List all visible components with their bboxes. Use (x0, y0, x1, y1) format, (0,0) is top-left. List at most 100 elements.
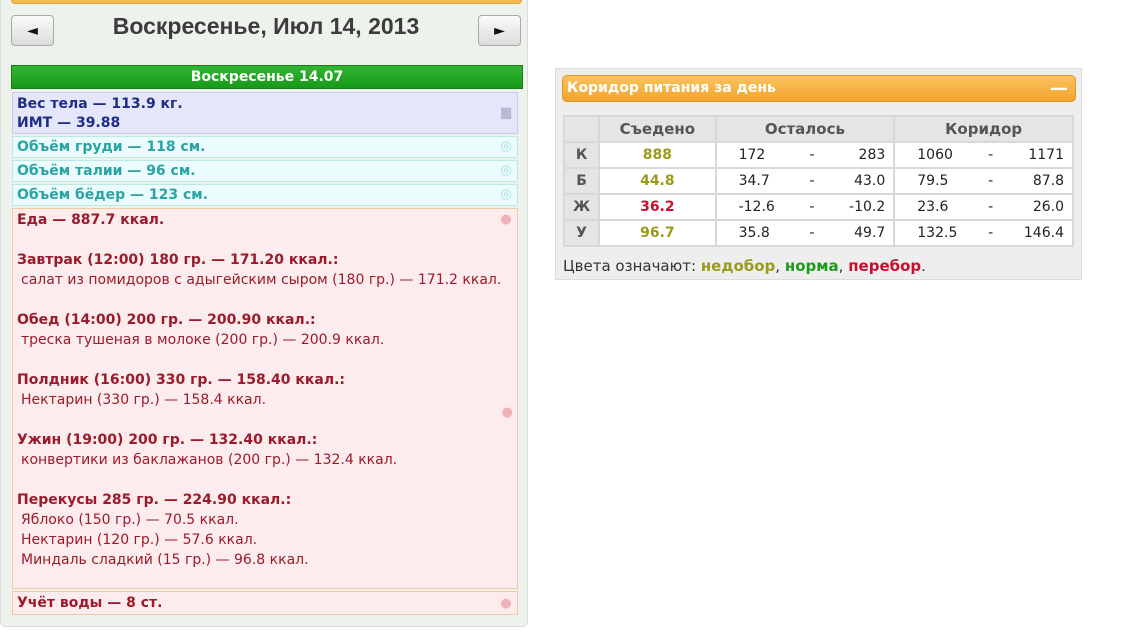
legend-end: . (921, 257, 926, 275)
row-label: Ж (562, 193, 601, 221)
hips-section[interactable]: Объём бёдер — 123 см. ◎ (12, 184, 518, 206)
apple-icon[interactable]: ● (502, 403, 513, 423)
eaten-value: 44.8 (598, 167, 717, 195)
chest-section[interactable]: Объём груди — 118 см. ◎ (12, 136, 518, 158)
meal-title[interactable]: Полдник (16:00) 330 гр. — 158.40 ккал.: (17, 370, 517, 390)
left-range: -12.6 - -10.2 (714, 193, 896, 221)
meal-title[interactable]: Обед (14:00) 200 гр. — 200.90 ккал.: (17, 310, 517, 330)
range-dash: - (809, 147, 815, 163)
legend-sep: , (838, 257, 849, 275)
range-dash: - (988, 147, 994, 163)
meal-item[interactable]: треска тушеная в молоке (200 гр.) — 200.… (17, 330, 517, 350)
corridor-range: 79.5 - 87.8 (893, 167, 1074, 195)
range-dash: - (809, 173, 815, 189)
nutrition-row: К 888 172 - 283 1060 - 1171 (562, 141, 1074, 169)
corridor-range: 132.5 - 146.4 (893, 219, 1074, 247)
next-day-button[interactable]: ► (478, 15, 521, 46)
corridor-to: 87.8 (1032, 173, 1064, 189)
left-to: -10.2 (849, 199, 886, 215)
meal-item[interactable]: Нектарин (330 гр.) — 158.4 ккал. (17, 390, 517, 410)
left-range: 34.7 - 43.0 (714, 167, 896, 195)
waist-line: Объём талии — 96 см. (17, 163, 196, 179)
meal-title[interactable]: Перекусы 285 гр. — 224.90 ккал.: (17, 490, 517, 510)
collapse-icon[interactable]: — (1050, 77, 1068, 101)
weight-section[interactable]: Вес тела — 113.9 кг. ИМТ — 39.88 ▆ (12, 92, 518, 134)
meal-item[interactable]: Яблоко (150 гр.) — 70.5 ккал. (17, 510, 517, 530)
legend-sep: , (775, 257, 785, 275)
meal-item[interactable]: салат из помидоров с адыгейским сыром (1… (17, 270, 517, 290)
col-corridor: Коридор (893, 115, 1074, 143)
left-to: 283 (858, 147, 886, 163)
meal-item[interactable]: Миндаль сладкий (15 гр.) — 96.8 ккал. (17, 550, 517, 570)
apple-icon[interactable]: ● (499, 213, 513, 227)
bmi-line: ИМТ — 39.88 (17, 115, 121, 131)
left-range: 172 - 283 (714, 141, 896, 169)
range-dash: - (988, 199, 994, 215)
row-label: У (562, 219, 601, 247)
legend-prefix: Цвета означают: (563, 257, 701, 275)
nutrition-row: Ж 36.2 -12.6 - -10.2 23.6 - 26.0 (562, 193, 1074, 221)
corridor-from: 132.5 (917, 225, 958, 241)
tape-measure-icon[interactable]: ◎ (499, 164, 513, 178)
corridor-range: 1060 - 1171 (893, 141, 1074, 169)
corridor-from: 1060 (917, 147, 953, 163)
row-label: Б (562, 167, 601, 195)
prev-day-button[interactable]: ◄ (11, 15, 54, 46)
meals-list: Завтрак (12:00) 180 гр. — 171.20 ккал.: с… (17, 230, 517, 570)
corridor-to: 1171 (1028, 147, 1064, 163)
top-bar (11, 0, 522, 4)
corridor-to: 146.4 (1023, 225, 1064, 241)
date-title: Воскресенье, Июл 14, 2013 (112, 13, 420, 39)
corner-cell (562, 115, 601, 143)
left-from: -12.6 (738, 199, 775, 215)
weight-line: Вес тела — 113.9 кг. (17, 96, 183, 112)
range-dash: - (988, 173, 994, 189)
corridor-range: 23.6 - 26.0 (893, 193, 1074, 221)
corridor-from: 79.5 (917, 173, 949, 189)
col-eaten: Съедено (598, 115, 717, 143)
hips-line: Объём бёдер — 123 см. (17, 187, 209, 203)
tape-measure-icon[interactable]: ◎ (499, 188, 513, 202)
widget-header: Коридор питания за день — (562, 75, 1076, 102)
left-to: 49.7 (854, 225, 886, 241)
nutrition-row: Б 44.8 34.7 - 43.0 79.5 - 87.8 (562, 167, 1074, 195)
left-from: 34.7 (738, 173, 770, 189)
left-to: 43.0 (854, 173, 886, 189)
col-left: Осталось (714, 115, 896, 143)
legend-over: перебор (848, 257, 922, 275)
chest-line: Объём груди — 118 см. (17, 139, 206, 155)
legend-norm: норма (784, 257, 839, 275)
left-range: 35.8 - 49.7 (714, 219, 896, 247)
waist-section[interactable]: Объём талии — 96 см. ◎ (12, 160, 518, 182)
tape-measure-icon[interactable]: ◎ (499, 140, 513, 154)
eaten-value: 888 (598, 141, 717, 169)
meal-item[interactable]: Нектарин (120 гр.) — 57.6 ккал. (17, 530, 517, 550)
food-total: Еда — 887.7 ккал. (17, 212, 165, 228)
day-header[interactable]: Воскресенье 14.07 (11, 65, 523, 89)
meal-title[interactable]: Ужин (19:00) 200 гр. — 132.40 ккал.: (17, 430, 517, 450)
food-section[interactable]: Еда — 887.7 ккал. ● ● Завтрак (12:00) 18… (12, 208, 518, 589)
corridor-from: 23.6 (917, 199, 949, 215)
legend-under: недобор (700, 257, 776, 275)
scale-icon[interactable]: ▆ (499, 106, 513, 120)
range-dash: - (988, 225, 994, 241)
left-from: 172 (738, 147, 766, 163)
diary-panel: ◄ Воскресенье, Июл 14, 2013 ► Воскресень… (0, 0, 528, 627)
eaten-value: 96.7 (598, 219, 717, 247)
meal-title[interactable]: Завтрак (12:00) 180 гр. — 171.20 ккал.: (17, 250, 517, 270)
nutrition-widget: Коридор питания за день — Съедено Остало… (555, 68, 1082, 280)
water-section[interactable]: Учёт воды — 8 ст. ● (12, 591, 518, 615)
water-glass-icon[interactable]: ● (499, 597, 513, 611)
range-dash: - (809, 199, 815, 215)
color-legend: Цвета означают: недобор, норма, перебор. (563, 257, 926, 275)
meal-item[interactable]: конвертики из баклажанов (200 гр.) — 132… (17, 450, 517, 470)
eaten-value: 36.2 (598, 193, 717, 221)
row-label: К (562, 141, 601, 169)
range-dash: - (809, 225, 815, 241)
water-line: Учёт воды — 8 ст. (17, 595, 163, 611)
